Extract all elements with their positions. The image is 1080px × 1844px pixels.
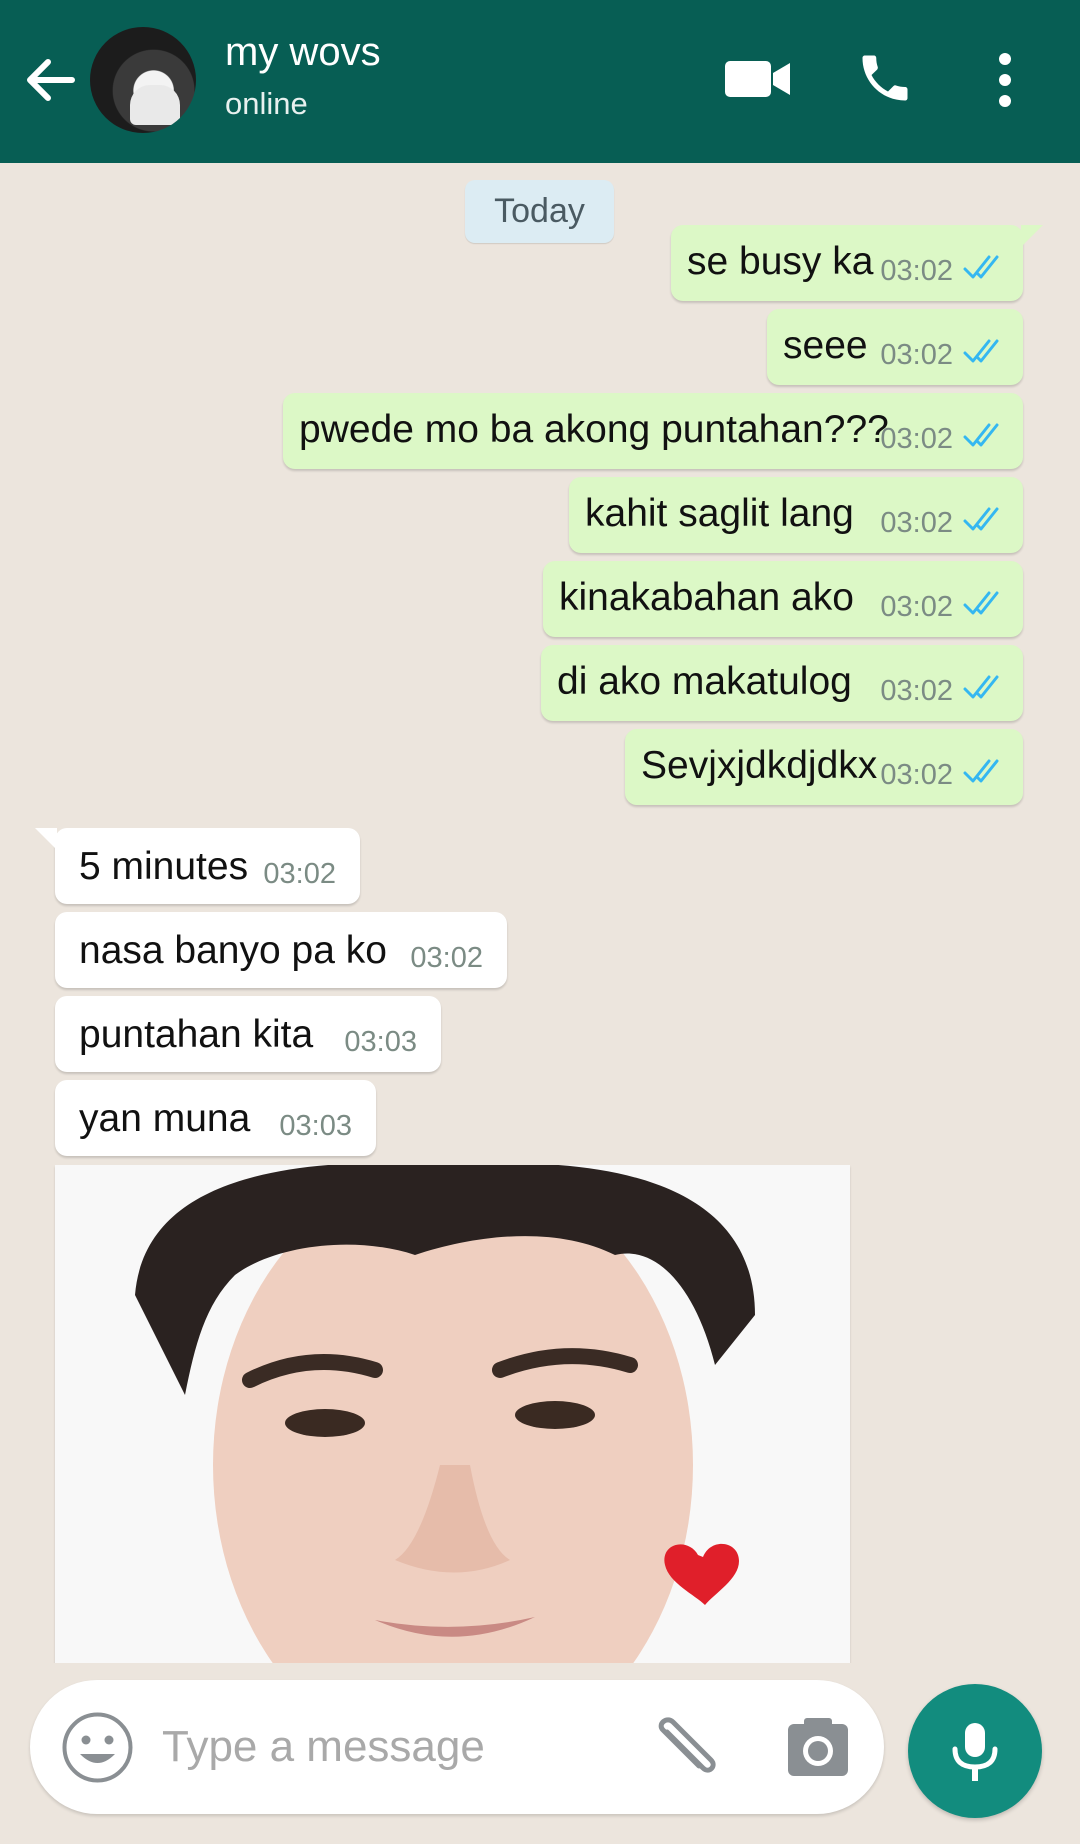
message-time: 03:02 [880,507,953,539]
more-vert-icon[interactable] [990,50,1020,110]
emoji-icon[interactable] [60,1710,135,1785]
avatar[interactable] [90,27,196,133]
message-text: seee [783,324,868,367]
message-input[interactable] [162,1714,632,1780]
outgoing-message[interactable]: di ako makatulog 03:02 [541,645,1023,721]
outgoing-message[interactable]: se busy ka 03:02 [671,225,1043,301]
message-time: 03:02 [410,942,483,974]
incoming-message[interactable]: puntahan kita 03:03 [55,996,441,1072]
chat-area[interactable]: Today se busy ka 03:02 seee 03:02 pwede … [0,163,1080,1663]
portrait-image [55,1165,850,1663]
message-text: kinakabahan ako [559,576,854,619]
outgoing-message[interactable]: kahit saglit lang 03:02 [569,477,1023,553]
video-call-icon[interactable] [724,52,792,106]
contact-name[interactable]: my wovs [225,30,381,75]
date-chip: Today [465,180,614,243]
message-text: puntahan kita [79,1013,314,1056]
message-text: 5 minutes [79,845,249,888]
read-ticks-icon [963,591,999,615]
read-ticks-icon [963,507,999,531]
read-ticks-icon [963,675,999,699]
message-time: 03:02 [880,339,953,371]
message-text: se busy ka [687,240,874,283]
chat-header: my wovs online [0,0,1080,163]
message-time: 03:02 [880,759,953,791]
camera-icon[interactable] [786,1716,850,1780]
message-time: 03:03 [344,1026,417,1058]
attach-icon[interactable] [647,1716,721,1782]
message-text: kahit saglit lang [585,492,854,535]
message-text: di ako makatulog [557,660,852,703]
message-time: 03:02 [880,591,953,623]
contact-status: online [225,86,308,121]
back-arrow-icon[interactable] [22,52,78,108]
outgoing-message[interactable]: Sevjxjdkdjdkx 03:02 [625,729,1023,805]
message-text: yan muna [79,1097,251,1140]
read-ticks-icon [963,339,999,363]
photo-message[interactable] [55,1165,850,1663]
read-ticks-icon [963,255,999,279]
message-time: 03:02 [880,255,953,287]
outgoing-message[interactable]: kinakabahan ako 03:02 [543,561,1023,637]
message-composer [30,1680,884,1814]
outgoing-message[interactable]: pwede mo ba akong puntahan??? 03:02 [283,393,1023,469]
read-ticks-icon [963,759,999,783]
message-text: nasa banyo pa ko [79,929,387,972]
incoming-message[interactable]: yan muna 03:03 [55,1080,376,1156]
message-time: 03:02 [263,858,336,890]
outgoing-message[interactable]: seee 03:02 [767,309,1023,385]
message-text: Sevjxjdkdjdkx [641,744,878,787]
phone-icon[interactable] [855,48,915,108]
message-time: 03:02 [880,675,953,707]
bubble-tail [1021,225,1043,247]
message-time: 03:02 [880,423,953,455]
mic-icon[interactable] [908,1684,1042,1818]
message-time: 03:03 [279,1110,352,1142]
incoming-message[interactable]: 5 minutes 03:02 [35,828,360,904]
bubble-tail [35,828,57,850]
incoming-message[interactable]: nasa banyo pa ko 03:02 [55,912,507,988]
message-text: pwede mo ba akong puntahan??? [299,408,889,451]
read-ticks-icon [963,423,999,447]
